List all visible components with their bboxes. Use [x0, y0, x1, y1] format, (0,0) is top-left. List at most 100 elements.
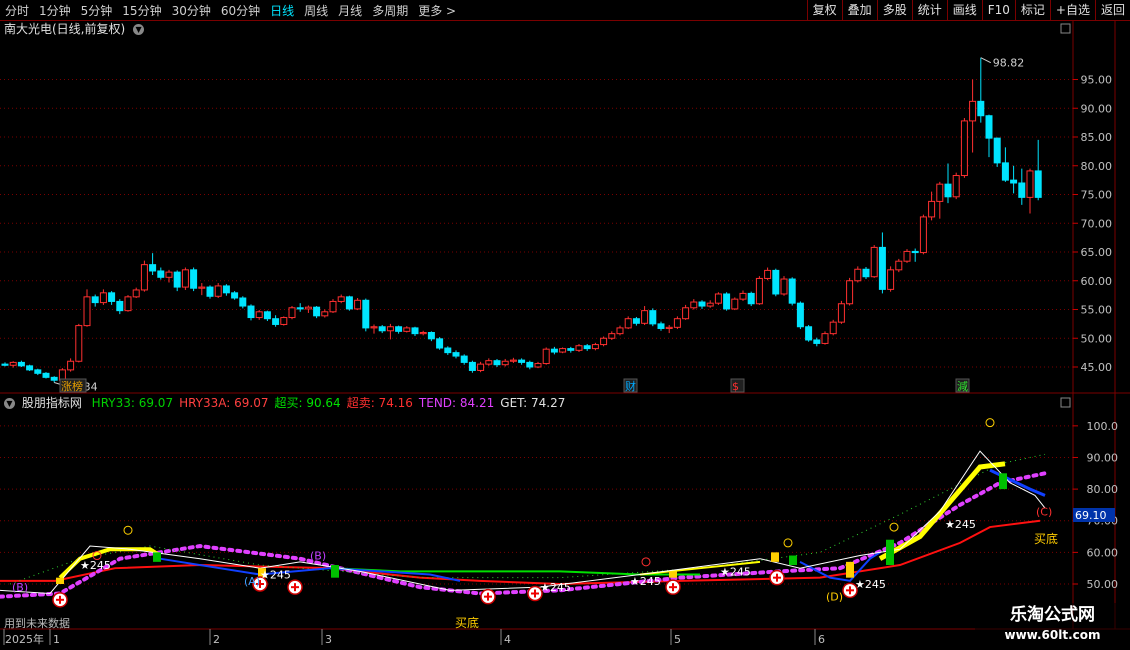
- candle-body: [878, 246, 886, 290]
- period-tab-4[interactable]: 30分钟: [167, 2, 216, 19]
- period-tab-5[interactable]: 60分钟: [216, 2, 265, 19]
- candle-body: [895, 260, 903, 271]
- toolbar-button-8[interactable]: 返回: [1094, 0, 1130, 20]
- price-tick-label: 70.00: [1081, 217, 1113, 230]
- period-tab-8[interactable]: 月线: [333, 2, 367, 19]
- candle-body: [682, 307, 690, 320]
- price-tick-label: 85.00: [1081, 131, 1113, 144]
- toolbar-button-5[interactable]: F10: [981, 0, 1015, 20]
- candle-body: [214, 285, 222, 297]
- candle-body: [493, 360, 501, 366]
- candle-body: [755, 277, 763, 305]
- candle-body: [772, 269, 780, 295]
- signal-bar: [789, 555, 797, 566]
- price-tick-label: 90.00: [1081, 102, 1113, 115]
- stock-name: 南大光电(日线,前复权): [4, 22, 126, 36]
- hry33-blue-segment: [159, 557, 461, 582]
- candle-body: [846, 280, 854, 305]
- toolbar-right-buttons: 复权 叠加 多股 统计 画线 F10 标记 +自选 返回: [806, 0, 1130, 20]
- candle-body: [313, 306, 321, 317]
- candle-body: [116, 300, 124, 312]
- candle-body: [329, 300, 337, 313]
- period-tab-1[interactable]: 1分钟: [34, 2, 76, 19]
- date-tick-label: 3: [325, 633, 332, 646]
- candle-body: [501, 360, 509, 366]
- wave-number-icon: [889, 522, 899, 532]
- high-pointer: [980, 57, 992, 64]
- signal-bar: [999, 473, 1007, 490]
- chevron-down-icon[interactable]: ▼: [4, 398, 15, 409]
- hry33a-line: [0, 519, 1041, 586]
- candle-body: [887, 269, 895, 290]
- candle-body: [723, 293, 731, 310]
- candle-body: [34, 369, 42, 374]
- candle-body: [706, 302, 714, 307]
- toolbar-button-0[interactable]: 复权: [806, 0, 842, 20]
- period-tab-10[interactable]: 更多 >: [413, 2, 461, 19]
- candle-body: [17, 361, 25, 367]
- signal-bar: [331, 565, 339, 578]
- candle-body: [854, 268, 862, 282]
- toolbar-button-2[interactable]: 多股: [876, 0, 912, 20]
- candle-body: [665, 326, 673, 329]
- indicator-tick-label: 80.00: [1087, 483, 1119, 496]
- candle-body: [42, 372, 50, 378]
- toolbar-button-3[interactable]: 统计: [911, 0, 947, 20]
- toolbar-button-1[interactable]: 叠加: [841, 0, 877, 20]
- candle-body: [231, 292, 239, 299]
- period-tab-9[interactable]: 多周期: [367, 2, 413, 19]
- wave-number-icon: [92, 551, 102, 561]
- candle-body: [239, 297, 247, 307]
- candle-body: [600, 337, 608, 346]
- candle-body: [928, 200, 936, 218]
- period-tab-6[interactable]: 日线: [265, 2, 299, 19]
- wave-number-icon: [123, 525, 133, 535]
- candle-body: [288, 307, 296, 319]
- period-tab-3[interactable]: 15分钟: [117, 2, 166, 19]
- candle-body: [263, 311, 271, 320]
- toolbar-button-6[interactable]: 标记: [1014, 0, 1050, 20]
- candle-body: [345, 296, 353, 310]
- chart-canvas[interactable]: 95.00 90.00 85.00 80.00 75.00 70.00 65.00 60.00…: [0, 0, 1130, 650]
- period-tab-2[interactable]: 5分钟: [76, 2, 118, 19]
- candle-body: [255, 311, 263, 319]
- candle-body: [149, 264, 157, 272]
- indicator-title[interactable]: ▼ 股朋指标网 HRY33: 69.07 HRY33A: 69.07 超买: 90.…: [4, 395, 571, 411]
- candle-body: [206, 286, 214, 297]
- candle-body: [764, 269, 772, 279]
- candle-body: [9, 361, 17, 366]
- candle-body: [1001, 162, 1009, 181]
- main-chart-title[interactable]: 南大光电(日线,前复权) ▼: [4, 21, 145, 37]
- signal-bar: [153, 552, 161, 562]
- star-signal-label: ★245: [540, 581, 571, 594]
- maximize-icon: [1060, 397, 1071, 408]
- date-tick-label: 6: [818, 633, 825, 646]
- signal-bar: [886, 539, 894, 566]
- star-signal-label: ★245: [720, 565, 751, 578]
- candle-body: [829, 321, 837, 335]
- candle-body: [485, 360, 493, 365]
- candle-body: [362, 299, 370, 329]
- period-tab-0[interactable]: 分时: [0, 2, 34, 19]
- candle-body: [526, 361, 534, 368]
- candle-body: [788, 278, 796, 304]
- candle-body: [813, 339, 821, 344]
- candle-body: [747, 292, 755, 305]
- candle-body: [140, 264, 148, 291]
- candle-body: [280, 317, 288, 325]
- signal-bar: [846, 561, 854, 578]
- candle-body: [1034, 170, 1042, 198]
- wave-mark-label: (A): [244, 575, 260, 588]
- wave-number-icon: [641, 557, 651, 567]
- chevron-down-icon[interactable]: ▼: [133, 24, 145, 35]
- indicator-tick-label: 100.0: [1087, 420, 1119, 433]
- indicator-value-5: GET: 74.27: [500, 396, 566, 410]
- toolbar-button-7[interactable]: +自选: [1049, 0, 1095, 20]
- hry33-blue-segment: [799, 551, 881, 582]
- indicator-value-1: HRY33A: 69.07: [179, 396, 269, 410]
- period-tab-7[interactable]: 周线: [299, 2, 333, 19]
- date-tick-label: 1: [53, 633, 60, 646]
- toolbar-button-4[interactable]: 画线: [946, 0, 982, 20]
- candle-body: [583, 345, 591, 350]
- candle-body: [559, 348, 567, 353]
